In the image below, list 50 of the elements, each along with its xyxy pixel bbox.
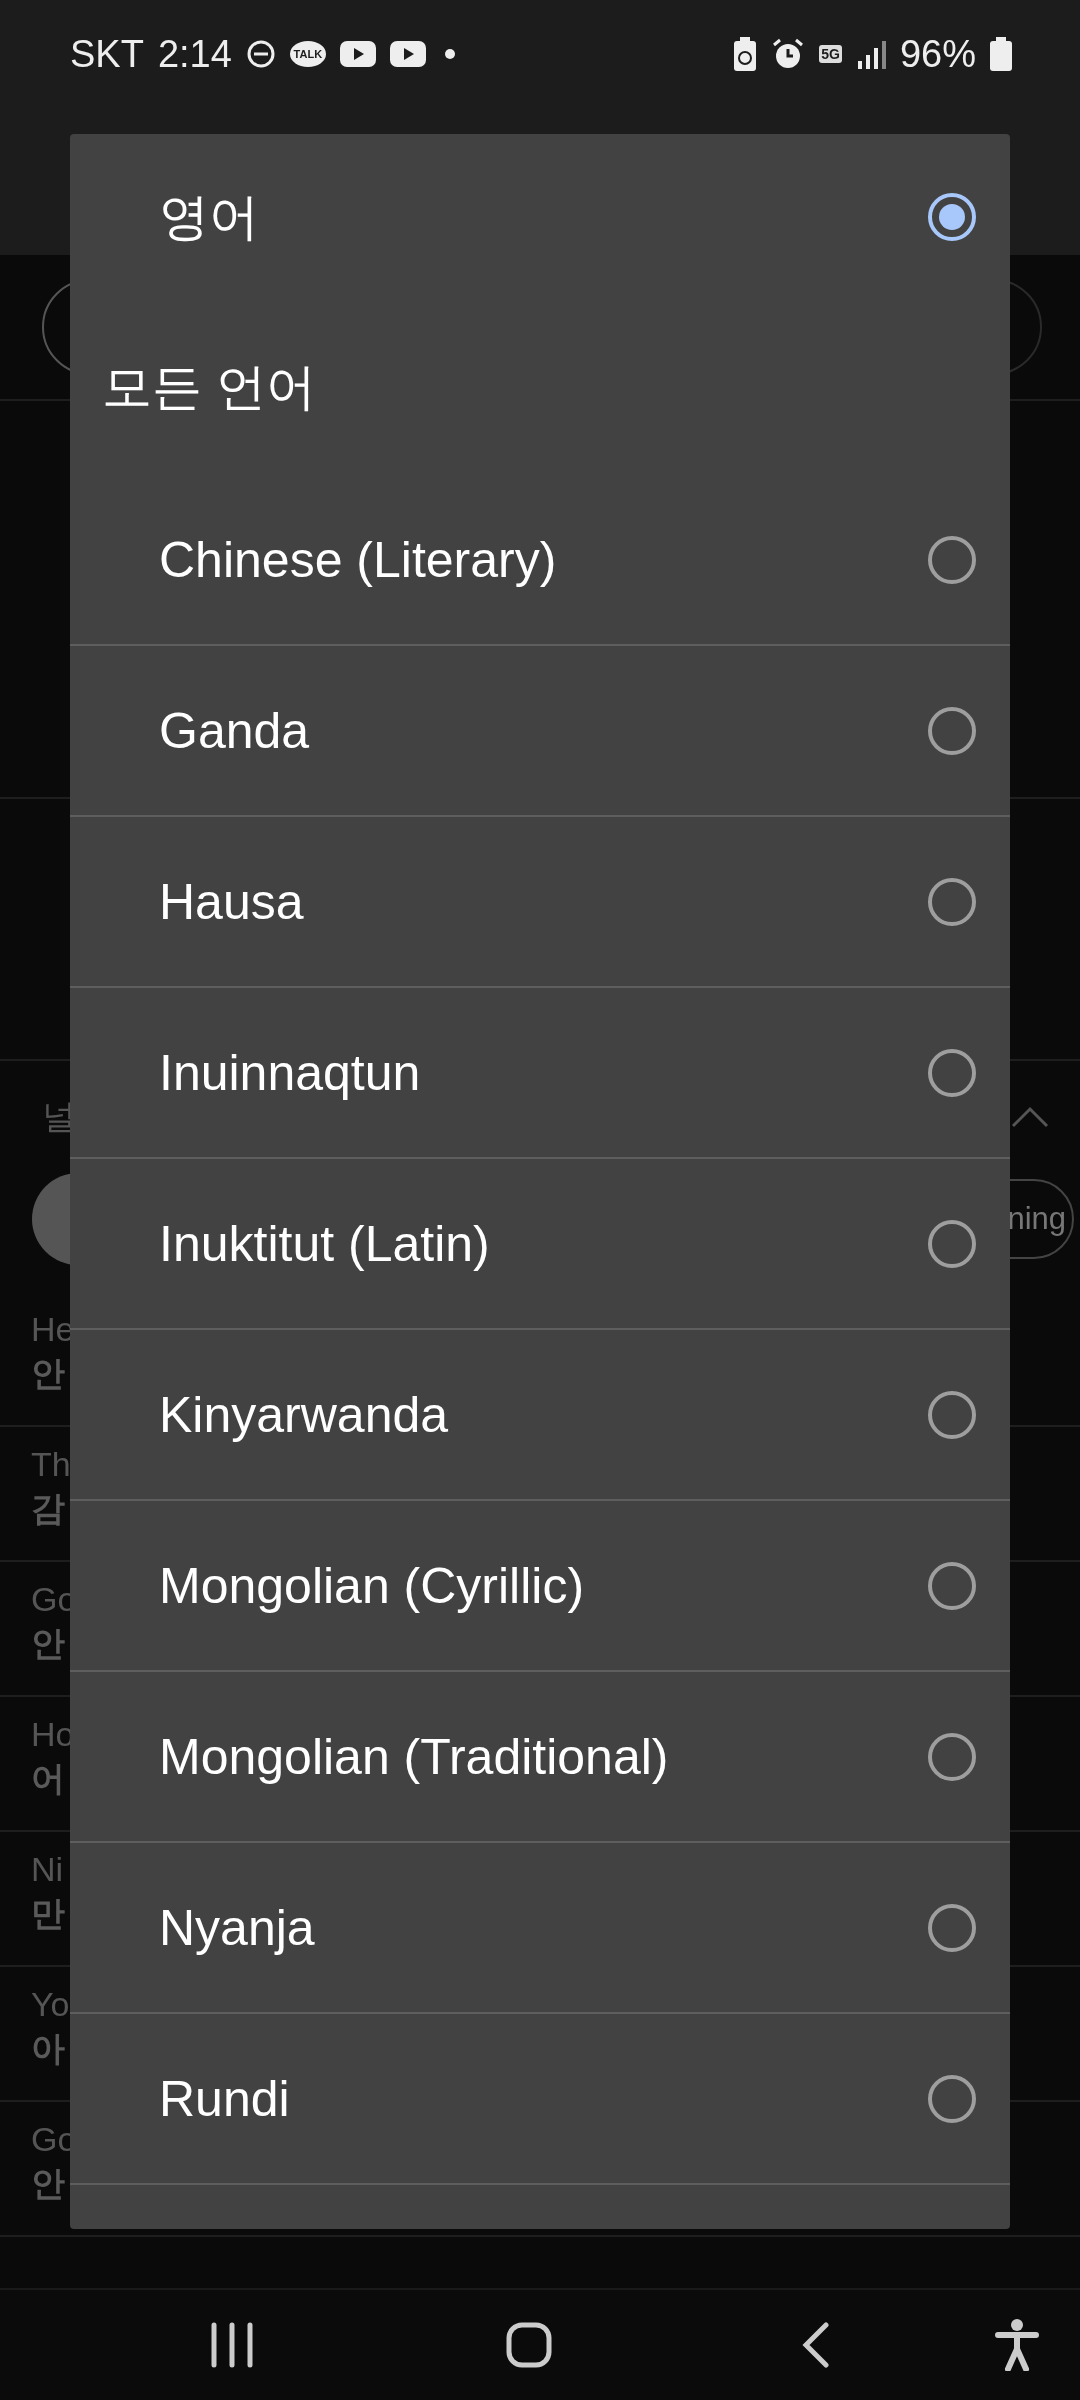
- option-label[interactable]: Inuktitut (Latin): [159, 1214, 490, 1273]
- radio-button[interactable]: [928, 1219, 976, 1268]
- section-heading: 모든 언어: [102, 358, 316, 417]
- option-label[interactable]: 영어: [159, 183, 259, 251]
- radio-button[interactable]: [928, 1903, 976, 1952]
- radio-button[interactable]: [928, 535, 976, 584]
- option-label[interactable]: Rundi: [159, 2069, 290, 2128]
- chevron-up-icon: [1010, 1105, 1050, 1129]
- network-type: 5G: [819, 45, 842, 63]
- translation-text: 안: [31, 1353, 65, 1394]
- option-label[interactable]: Nyanja: [159, 1898, 315, 1957]
- accessibility-icon[interactable]: [995, 2319, 1039, 2371]
- translation-text: 만: [31, 1893, 65, 1934]
- option-label[interactable]: Chinese (Literary): [159, 530, 557, 589]
- battery-percent: 96%: [899, 32, 976, 76]
- radio-button[interactable]: [928, 1390, 976, 1439]
- option-label[interactable]: Hausa: [159, 872, 304, 931]
- alarm-icon: [771, 37, 806, 71]
- signal-icon: [855, 39, 886, 69]
- carrier: SKT: [70, 32, 144, 76]
- option-label[interactable]: Mongolian (Traditional): [159, 1727, 669, 1786]
- play-icon: [339, 41, 376, 67]
- home-icon[interactable]: [506, 2322, 552, 2368]
- translation-text: 안: [31, 2163, 65, 2204]
- option-label[interactable]: Inuinnaqtun: [159, 1043, 421, 1102]
- back-icon[interactable]: [802, 2322, 830, 2368]
- radio-button[interactable]: [928, 2074, 976, 2123]
- radio-button[interactable]: [928, 1048, 976, 1097]
- talk-badge: TALK: [289, 41, 326, 67]
- do-not-disturb-icon: [245, 39, 276, 69]
- option-label[interactable]: Mongolian (Cyrillic): [159, 1556, 585, 1615]
- clock: 2:14: [157, 32, 232, 76]
- battery-icon: [990, 37, 1012, 71]
- translation-text: 아: [31, 2028, 65, 2069]
- translation-text: 감: [31, 1488, 65, 1529]
- phrase-text: Ni: [31, 1850, 64, 1889]
- phrase-text: Th: [31, 1445, 71, 1484]
- option-label[interactable]: Ganda: [159, 701, 310, 760]
- radio-button[interactable]: [928, 877, 976, 926]
- radio-button[interactable]: [928, 706, 976, 755]
- option-label[interactable]: Kinyarwanda: [159, 1385, 449, 1444]
- radio-button[interactable]: [928, 1561, 976, 1610]
- battery-saver-icon: [733, 37, 758, 71]
- translation-text: 어: [31, 1758, 65, 1799]
- phrase-text: Yo: [31, 1985, 70, 2024]
- play-icon: [389, 41, 426, 67]
- recents-icon[interactable]: [210, 2322, 254, 2368]
- radio-button[interactable]: [928, 193, 976, 241]
- translation-text: 안: [31, 1623, 65, 1664]
- radio-button[interactable]: [928, 1732, 976, 1781]
